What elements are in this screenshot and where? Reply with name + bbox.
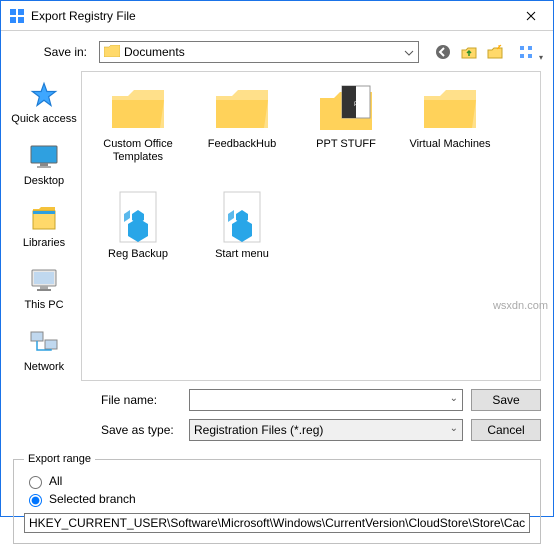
- sidebar-item-label: Quick access: [11, 113, 76, 125]
- svg-text:PPT: PPT: [354, 102, 366, 108]
- file-label: Start menu: [215, 248, 269, 261]
- folder-doc-icon: PPT: [314, 84, 378, 132]
- body: Quick access Desktop Libraries This PC N…: [1, 71, 553, 381]
- sidebar-item-label: Desktop: [24, 175, 64, 187]
- filename-label: File name:: [101, 393, 181, 407]
- reg-file-icon: [210, 194, 274, 242]
- places-bar: Quick access Desktop Libraries This PC N…: [7, 71, 81, 381]
- star-icon: [28, 79, 60, 111]
- file-item[interactable]: Reg Backup: [86, 190, 190, 300]
- chevron-down-icon: [404, 45, 414, 59]
- save-in-combo[interactable]: Documents: [99, 41, 419, 63]
- sidebar-item-label: This PC: [24, 299, 63, 311]
- save-as-type-label: Save as type:: [101, 423, 181, 437]
- file-area[interactable]: Custom Office Templates FeedbackHub PPT …: [81, 71, 541, 381]
- export-selected-radio[interactable]: [29, 494, 42, 507]
- file-label: Virtual Machines: [409, 138, 490, 151]
- title-bar: Export Registry File: [1, 1, 553, 31]
- file-item[interactable]: Custom Office Templates: [86, 80, 190, 190]
- folder-icon: [104, 45, 120, 60]
- file-item[interactable]: FeedbackHub: [190, 80, 294, 190]
- chevron-down-icon[interactable]: ⌄: [450, 393, 458, 404]
- sidebar-item-label: Network: [24, 361, 64, 373]
- file-label: Custom Office Templates: [90, 138, 186, 164]
- file-label: Reg Backup: [108, 248, 168, 261]
- export-all-row: All: [24, 473, 530, 489]
- regedit-icon: [9, 8, 25, 24]
- save-as-type-combo[interactable]: Registration Files (*.reg) ⌄: [189, 419, 463, 441]
- sidebar-item-quick-access[interactable]: Quick access: [7, 75, 81, 129]
- save-as-type-value: Registration Files (*.reg): [194, 423, 323, 437]
- file-item[interactable]: Virtual Machines: [398, 80, 502, 190]
- cancel-button[interactable]: Cancel: [471, 419, 541, 441]
- export-selected-row: Selected branch: [24, 491, 530, 507]
- file-label: FeedbackHub: [208, 138, 277, 151]
- up-folder-button[interactable]: [459, 42, 479, 62]
- chevron-down-icon: ⌄: [450, 423, 458, 434]
- file-grid: Custom Office Templates FeedbackHub PPT …: [86, 80, 536, 300]
- back-button[interactable]: [433, 42, 453, 62]
- save-in-value: Documents: [124, 45, 185, 59]
- save-in-label: Save in:: [13, 45, 93, 59]
- sidebar-item-libraries[interactable]: Libraries: [7, 199, 81, 253]
- filename-input-wrap: ⌄: [189, 389, 463, 411]
- reg-file-icon: [106, 194, 170, 242]
- network-icon: [28, 327, 60, 359]
- export-all-radio[interactable]: [29, 476, 42, 489]
- export-all-label: All: [49, 474, 62, 488]
- sidebar-item-desktop[interactable]: Desktop: [7, 137, 81, 191]
- branch-path-input[interactable]: [24, 513, 530, 533]
- sidebar-item-network[interactable]: Network: [7, 323, 81, 377]
- window-title: Export Registry File: [31, 9, 508, 23]
- toolbar: [433, 42, 541, 62]
- save-button[interactable]: Save: [471, 389, 541, 411]
- new-folder-button[interactable]: [485, 42, 505, 62]
- this-pc-icon: [28, 265, 60, 297]
- export-range-group: Export range All Selected branch: [13, 453, 541, 544]
- folder-icon: [210, 84, 274, 132]
- filename-input[interactable]: [194, 393, 444, 407]
- close-button[interactable]: [508, 1, 553, 31]
- watermark: wsxdn.com: [493, 300, 548, 312]
- export-range-legend: Export range: [24, 453, 95, 465]
- desktop-icon: [28, 141, 60, 173]
- export-selected-label: Selected branch: [49, 492, 136, 506]
- sidebar-item-label: Libraries: [23, 237, 65, 249]
- folder-icon: [418, 84, 482, 132]
- file-item[interactable]: PPT PPT STUFF: [294, 80, 398, 190]
- fields: File name: ⌄ Save Save as type: Registra…: [1, 381, 553, 445]
- file-label: PPT STUFF: [316, 138, 376, 151]
- libraries-icon: [28, 203, 60, 235]
- save-in-row: Save in: Documents: [1, 31, 553, 71]
- folder-icon: [106, 84, 170, 132]
- file-item[interactable]: Start menu: [190, 190, 294, 300]
- sidebar-item-this-pc[interactable]: This PC: [7, 261, 81, 315]
- view-menu-button[interactable]: [511, 42, 541, 62]
